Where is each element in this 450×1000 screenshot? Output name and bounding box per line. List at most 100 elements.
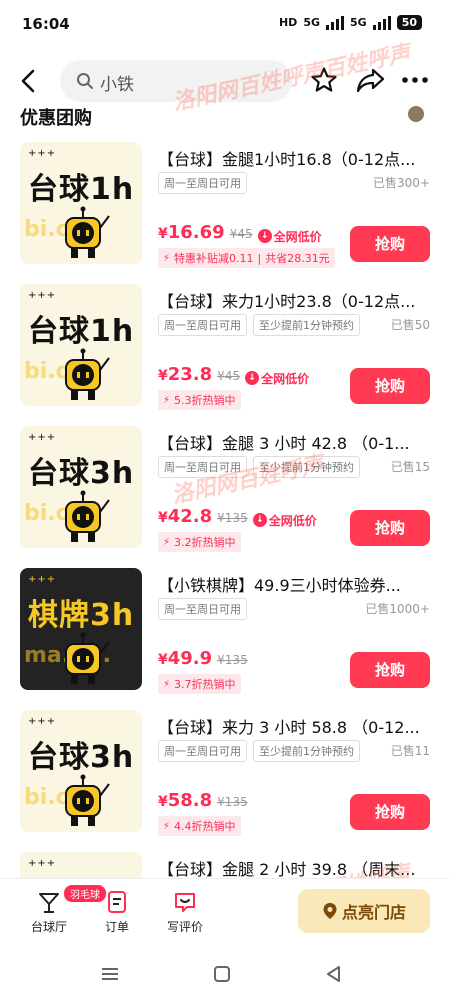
promo-text: 3.7折热销中 xyxy=(174,678,236,691)
robot-mascot-icon xyxy=(65,206,110,258)
deal-title[interactable]: 【小铁棋牌】49.9三小时体验券... xyxy=(158,572,434,596)
deal-title[interactable]: 【台球】金腿1小时16.8（0-12点... xyxy=(158,146,434,170)
status-time: 16:04 xyxy=(22,15,70,33)
robot-mascot-icon xyxy=(65,348,110,400)
lightning-icon: ⚡ xyxy=(163,536,171,548)
thumb-title: 台球1h xyxy=(28,172,135,207)
deal-tags: 周一至周日可用 xyxy=(158,598,247,620)
buy-button[interactable]: 抢购 xyxy=(350,652,430,688)
status-bar: 16:04 HD 5G 5G 50 xyxy=(0,0,450,50)
promo-text: 5.3折热销中 xyxy=(174,394,236,407)
promo-tag: ⚡ 3.2折热销中 xyxy=(158,532,241,552)
deal-tag: 周一至周日可用 xyxy=(158,172,247,194)
share-icon[interactable] xyxy=(355,66,385,94)
battery-indicator: 50 xyxy=(396,15,422,30)
deal-title[interactable]: 【台球】金腿 3 小时 42.8 （0-1... xyxy=(158,430,434,454)
lightning-icon: ⚡ xyxy=(163,394,171,406)
original-price: ¥45 xyxy=(229,227,253,241)
deal-title[interactable]: 【台球】金腿 2 小时 39.8 （周末... xyxy=(158,856,434,880)
promo-tag: ⚡ 4.4折热销中 xyxy=(158,816,241,836)
price-row: ¥49.9 ¥135 xyxy=(158,648,248,669)
thumb-title: 台球1h xyxy=(28,314,135,349)
thumb-title: 台球3h xyxy=(28,740,135,775)
deal-tag: 至少提前1分钟预约 xyxy=(253,456,360,478)
deal-thumbnail[interactable]: +++ 台球3h bi.os. xyxy=(20,426,142,548)
sold-count: 已售50 xyxy=(390,318,430,332)
thumb-stars: +++ xyxy=(28,432,57,443)
lowest-price-badge: ↓ 全网低价 xyxy=(245,370,309,387)
promo-savings: 共省28.31元 xyxy=(265,252,330,265)
deal-title[interactable]: 【台球】来力1小时23.8（0-12点... xyxy=(158,288,434,312)
thumb-title: 台球3h xyxy=(28,456,135,491)
section-title: 优惠团购 xyxy=(20,108,92,126)
deal-thumbnail[interactable]: +++ 台球3h bi.os. xyxy=(20,710,142,832)
promo-tag: ⚡ 特惠补贴减0.11 | 共省28.31元 xyxy=(158,248,335,268)
deal-item[interactable]: +++ 台球3h bi.os. 【台球】金腿 3 小时 42.8 （0-1... 周一至… xyxy=(0,414,450,556)
sold-count: 已售300+ xyxy=(373,176,430,190)
location-pin-icon xyxy=(323,903,337,919)
original-price: ¥135 xyxy=(217,653,248,667)
deal-item[interactable]: +++ 台球3h bi.os. 【台球】来力 3 小时 58.8 （0-12... 周一… xyxy=(0,698,450,840)
lowest-price-icon: ↓ xyxy=(245,371,260,385)
price-row: ¥42.8 ¥135 ↓ 全网低价 xyxy=(158,506,317,529)
more-options-icon[interactable] xyxy=(400,66,430,94)
deal-tag: 周一至周日可用 xyxy=(158,598,247,620)
order-list-icon xyxy=(108,891,126,913)
menu-icon[interactable] xyxy=(98,962,122,986)
tab-write-review[interactable]: 写评价 xyxy=(150,889,220,935)
original-price: ¥45 xyxy=(217,369,241,383)
price-row: ¥58.8 ¥135 xyxy=(158,790,248,811)
signal-icon xyxy=(326,15,344,30)
signal-icon-2 xyxy=(372,15,391,30)
deal-thumbnail[interactable]: +++ 台球1h bi.os. xyxy=(20,284,142,406)
buy-button[interactable]: 抢购 xyxy=(350,226,430,262)
search-input[interactable]: 小铁 xyxy=(60,60,292,102)
thumb-stars: +++ xyxy=(28,290,57,301)
sold-count: 已售11 xyxy=(390,744,430,758)
price-row: ¥16.69 ¥45 ↓ 全网低价 xyxy=(158,222,322,245)
buy-button[interactable]: 抢购 xyxy=(350,510,430,546)
system-navigation-bar xyxy=(0,948,450,1000)
bottom-bar: 台球厅 羽毛球 订单 写评价 点亮门店 xyxy=(0,878,450,949)
deal-tags: 周一至周日可用 xyxy=(158,172,247,194)
lowest-price-badge: ↓ 全网低价 xyxy=(257,228,322,245)
home-icon[interactable] xyxy=(210,962,234,986)
network-5g-1: 5G xyxy=(303,16,320,29)
back-arrow-icon[interactable] xyxy=(16,68,42,94)
favorite-star-icon[interactable] xyxy=(310,66,338,94)
deal-thumbnail[interactable]: +++棋牌3hma...g. xyxy=(20,568,142,690)
deal-item[interactable]: +++棋牌3hma...g. 【小铁棋牌】49.9三小时体验券...周一至周日可用… xyxy=(0,556,450,698)
back-triangle-icon[interactable] xyxy=(322,962,346,986)
avatar xyxy=(408,106,424,122)
search-value: 小铁 xyxy=(100,75,134,95)
tab-billiards-hall[interactable]: 台球厅 羽毛球 xyxy=(14,885,106,935)
thumb-stars: +++ xyxy=(28,574,57,585)
buy-button[interactable]: 抢购 xyxy=(350,368,430,404)
robot-mascot-icon xyxy=(65,632,110,684)
thumb-stars: +++ xyxy=(28,858,57,869)
lightning-icon: ⚡ xyxy=(163,678,171,690)
robot-mascot-icon xyxy=(65,490,110,542)
deal-tags: 周一至周日可用 至少提前1分钟预约 xyxy=(158,456,360,478)
review-chat-icon xyxy=(175,893,195,912)
lowest-price-icon: ↓ xyxy=(257,229,272,243)
sold-count: 已售15 xyxy=(390,460,430,474)
thumb-stars: +++ xyxy=(28,148,57,159)
current-price: ¥49.9 xyxy=(158,648,213,669)
price-row: ¥23.8 ¥45 ↓ 全网低价 xyxy=(158,364,309,387)
deal-item[interactable]: +++ 台球1h bi.os. 【台球】来力1小时23.8（0-12点... 周一至周日… xyxy=(0,272,450,414)
promo-tag: ⚡ 3.7折热销中 xyxy=(158,674,241,694)
lightning-icon: ⚡ xyxy=(163,252,171,264)
promo-text: 特惠补贴减0.11 xyxy=(174,252,254,265)
light-up-store-button[interactable]: 点亮门店 xyxy=(298,889,430,933)
deal-thumbnail[interactable]: +++ 台球1h bi.os. xyxy=(20,142,142,264)
tab-orders[interactable]: 订单 xyxy=(82,889,152,935)
deal-tag: 至少提前1分钟预约 xyxy=(253,314,360,336)
deal-title[interactable]: 【台球】来力 3 小时 58.8 （0-12... xyxy=(158,714,434,738)
buy-button[interactable]: 抢购 xyxy=(350,794,430,830)
current-price: ¥58.8 xyxy=(158,790,213,811)
deal-tags: 周一至周日可用 至少提前1分钟预约 xyxy=(158,314,360,336)
light-up-store-label: 点亮门店 xyxy=(341,903,406,922)
thumb-stars: +++ xyxy=(28,716,57,727)
deal-item[interactable]: +++ 台球1h bi.os. 【台球】金腿1小时16.8（0-12点... 周一至周日… xyxy=(0,130,450,272)
